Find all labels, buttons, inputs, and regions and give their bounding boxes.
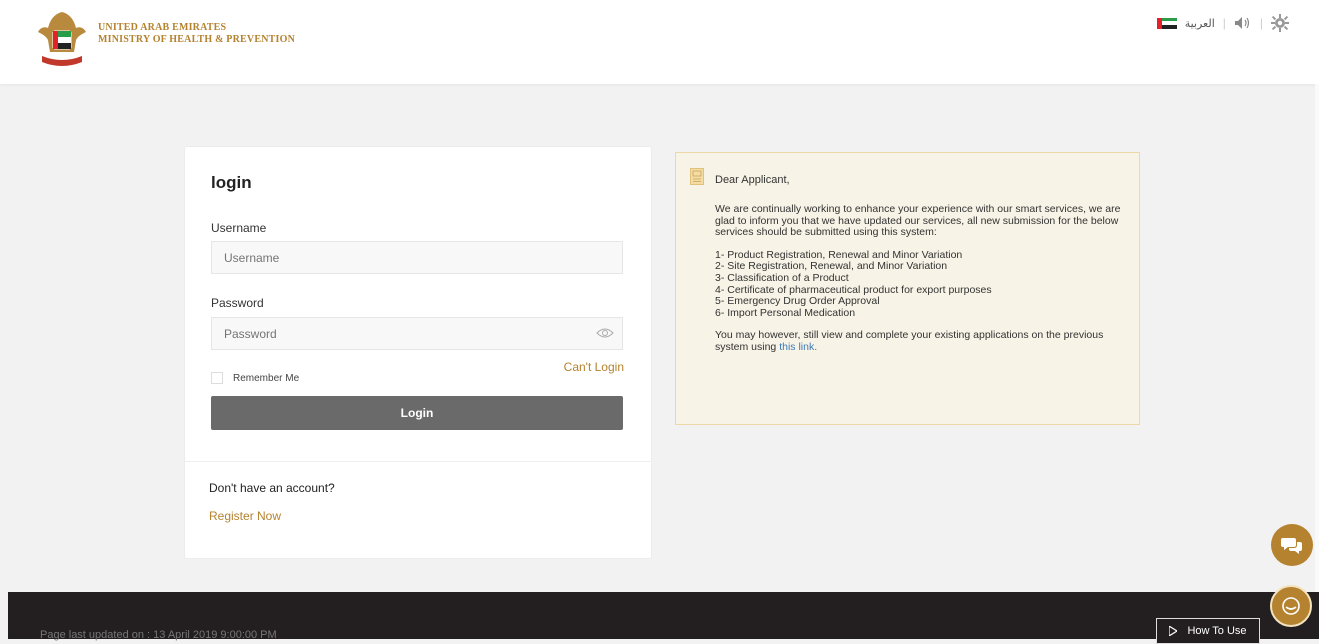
- notice-body: We are continually working to enhance yo…: [715, 203, 1125, 365]
- chat-icon: [1281, 538, 1302, 554]
- notice-panel: Dear Applicant, We are continually worki…: [675, 152, 1140, 425]
- previous-system-link[interactable]: this link.: [779, 341, 817, 353]
- username-label: Username: [211, 221, 267, 235]
- list-item: 5- Emergency Drug Order Approval: [715, 295, 880, 308]
- last-updated-text: Page last updated on : 13 April 2019 9:0…: [40, 629, 277, 641]
- password-input[interactable]: [211, 317, 623, 350]
- login-card: login Username Password Can't Login Reme…: [184, 146, 652, 559]
- remember-me[interactable]: Remember Me: [211, 372, 299, 384]
- play-icon: [1169, 626, 1178, 636]
- divider: [185, 461, 651, 462]
- how-to-use-button[interactable]: How To Use: [1156, 618, 1260, 644]
- chat-button[interactable]: [1271, 524, 1313, 566]
- password-label: Password: [211, 296, 264, 310]
- uae-emblem-icon: [38, 12, 86, 66]
- register-now-link[interactable]: Register Now: [209, 509, 281, 523]
- uae-flag-icon[interactable]: [1156, 17, 1177, 29]
- how-to-use-label: How To Use: [1187, 625, 1247, 637]
- eye-icon[interactable]: [596, 327, 614, 339]
- notice-intro: We are continually working to enhance yo…: [715, 203, 1121, 239]
- help-button[interactable]: [1270, 585, 1312, 627]
- no-account-text: Don't have an account?: [209, 481, 335, 495]
- gear-icon[interactable]: [1271, 14, 1289, 32]
- list-item: 3- Classification of a Product: [715, 271, 849, 284]
- ministry-line-name: MINISTRY OF HEALTH & PREVENTION: [98, 34, 295, 45]
- remember-me-label: Remember Me: [233, 372, 300, 384]
- list-item: 6- Import Personal Medication: [715, 306, 856, 319]
- login-title: login: [211, 173, 252, 192]
- speaker-icon[interactable]: [1234, 16, 1252, 30]
- site-footer: Page last updated on : 13 April 2019 9:0…: [8, 592, 1319, 644]
- page-edge: [1315, 84, 1319, 639]
- ministry-title: UNITED ARAB EMIRATES MINISTRY OF HEALTH …: [98, 22, 295, 46]
- site-header: UNITED ARAB EMIRATES MINISTRY OF HEALTH …: [0, 0, 1319, 84]
- notice-greeting: Dear Applicant,: [715, 174, 790, 186]
- separator: |: [1222, 16, 1226, 30]
- services-list: 1- Product Registration, Renewal and Min…: [715, 249, 1125, 320]
- login-button[interactable]: Login: [211, 396, 623, 430]
- remember-me-checkbox[interactable]: [211, 372, 223, 384]
- document-icon: [690, 168, 704, 185]
- help-circle-icon: [1282, 597, 1300, 615]
- cant-login-link[interactable]: Can't Login: [564, 360, 624, 374]
- top-utility-bar: العربية | |: [1156, 14, 1289, 32]
- ministry-line-country: UNITED ARAB EMIRATES: [98, 22, 227, 33]
- notice-outro-text: You may however, still view and complete…: [715, 329, 1104, 353]
- username-input[interactable]: [211, 241, 623, 274]
- separator: |: [1259, 16, 1263, 30]
- notice-outro: You may however, still view and complete…: [715, 330, 1125, 353]
- language-switch-link[interactable]: العربية: [1185, 17, 1215, 30]
